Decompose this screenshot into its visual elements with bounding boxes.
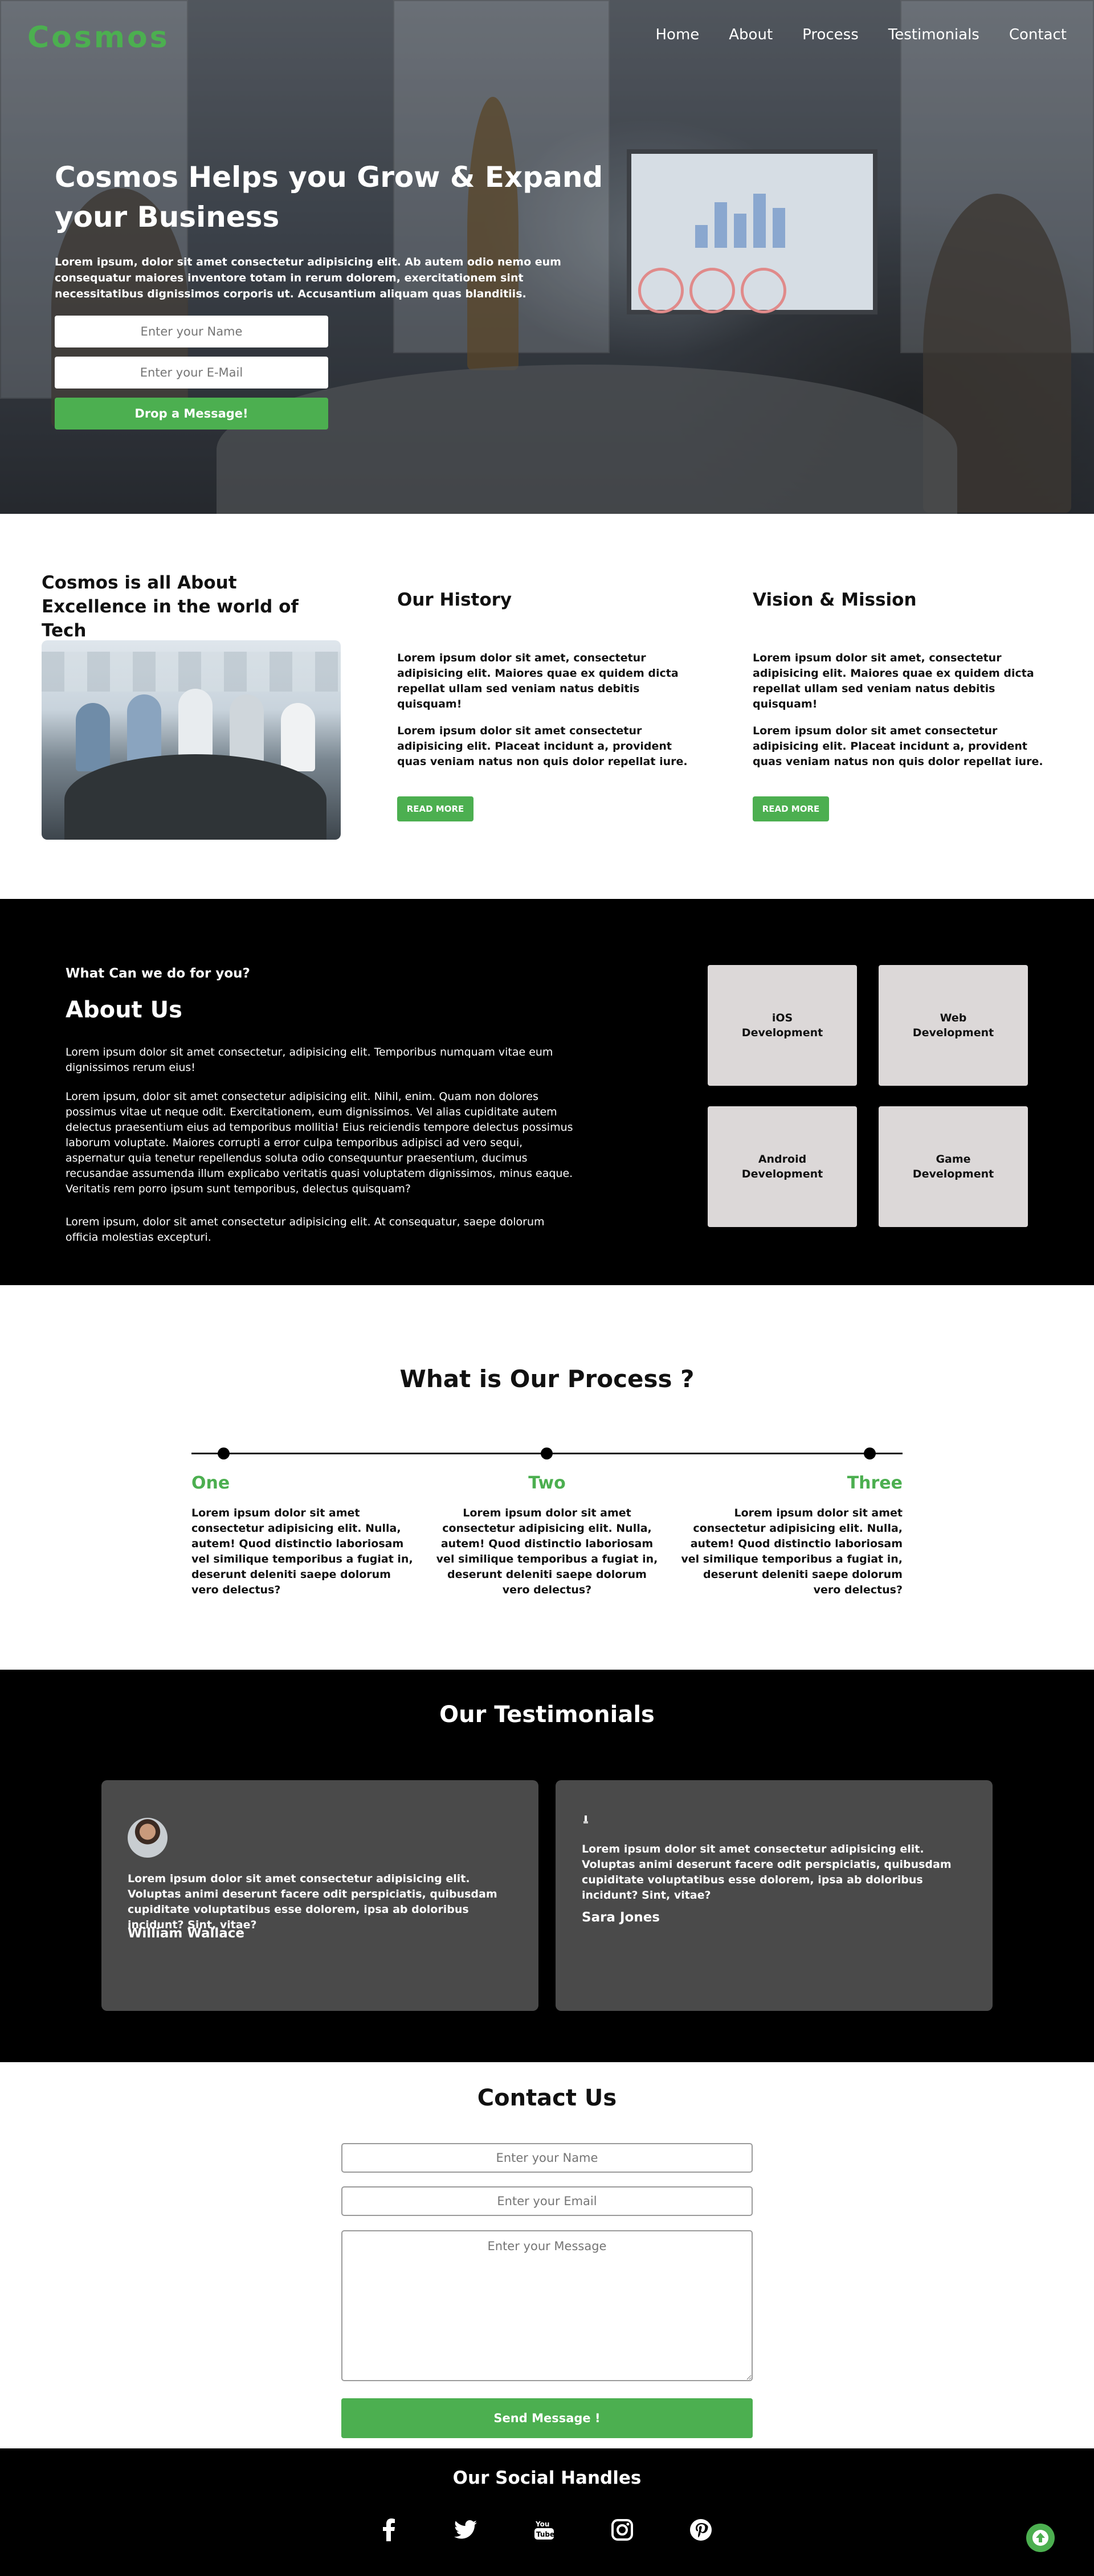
- about-subtitle: What Can we do for you?: [66, 966, 250, 981]
- nav-testimonials-link[interactable]: Testimonials: [888, 26, 979, 43]
- twitter-icon[interactable]: [451, 2516, 480, 2544]
- hero-form: Drop a Message!: [55, 316, 328, 430]
- youtube-icon[interactable]: You Tube: [530, 2516, 558, 2544]
- about-paragraph-1: Lorem ipsum dolor sit amet consectetur, …: [66, 1046, 553, 1074]
- nav-home-link[interactable]: Home: [655, 26, 699, 43]
- nav-links: Home About Process Testimonials Contact: [655, 26, 1067, 43]
- contact-title: Contact Us: [477, 2085, 617, 2111]
- step-two-text: Lorem ipsum dolor sit amet consectetur a…: [436, 1507, 658, 1596]
- avatar: [128, 1818, 168, 1858]
- team-meeting-image: [42, 640, 341, 840]
- nav-contact-link[interactable]: Contact: [1009, 26, 1067, 43]
- service-card-ios[interactable]: iOS Development: [708, 965, 857, 1086]
- testimonials-section: Our Testimonials Lorem ipsum dolor sit a…: [0, 1670, 1094, 2062]
- step-two-label: Two: [528, 1473, 566, 1493]
- vision-column: Vision & Mission Lorem ipsum dolor sit a…: [753, 588, 1055, 770]
- timeline-dot: [541, 1448, 553, 1459]
- nav-about-link[interactable]: About: [729, 26, 773, 43]
- history-paragraph-2: Lorem ipsum dolor sit amet consectetur a…: [397, 725, 688, 768]
- vision-read-more-button[interactable]: READ MORE: [753, 796, 829, 821]
- broken-image-icon: [583, 1816, 588, 1823]
- service-card-game[interactable]: Game Development: [879, 1106, 1028, 1227]
- send-message-button[interactable]: Send Message !: [341, 2398, 753, 2438]
- contact-email-input[interactable]: [341, 2186, 753, 2216]
- drop-message-button[interactable]: Drop a Message!: [55, 398, 328, 430]
- instagram-icon[interactable]: [608, 2516, 636, 2544]
- pinterest-icon[interactable]: [687, 2516, 715, 2544]
- hero-section: Cosmos Home About Process Testimonials C…: [0, 0, 1094, 514]
- contact-message-textarea[interactable]: [341, 2230, 753, 2381]
- process-section: What is Our Process ? One Lorem ipsum do…: [0, 1285, 1094, 1670]
- testimonials-title: Our Testimonials: [439, 1702, 655, 1728]
- about-title: About Us: [66, 997, 182, 1023]
- contact-name-input[interactable]: [341, 2143, 753, 2173]
- hero-name-input[interactable]: [55, 316, 328, 347]
- hero-title: Cosmos Helps you Grow & Expand your Busi…: [55, 161, 603, 234]
- brand-logo[interactable]: Cosmos: [27, 21, 170, 55]
- facebook-icon[interactable]: [375, 2516, 403, 2544]
- step-one-label: One: [191, 1473, 230, 1493]
- step-three-label: Three: [847, 1473, 903, 1493]
- vision-paragraph-2: Lorem ipsum dolor sit amet consectetur a…: [753, 725, 1043, 768]
- timeline-dot: [864, 1448, 876, 1459]
- testimonial-name: William Wallace: [128, 1926, 244, 1941]
- vision-title: Vision & Mission: [753, 590, 917, 610]
- testimonial-quote: Lorem ipsum dolor sit amet consectetur a…: [582, 1843, 952, 1902]
- about-section: What Can we do for you? About Us Lorem i…: [0, 899, 1094, 1285]
- history-column: Our History Lorem ipsum dolor sit amet, …: [397, 588, 699, 770]
- hero-content: Cosmos Helps you Grow & Expand your Busi…: [55, 157, 636, 430]
- history-paragraph-1: Lorem ipsum dolor sit amet, consectetur …: [397, 652, 679, 710]
- hero-description: Lorem ipsum, dolor sit amet consectetur …: [55, 256, 561, 300]
- svg-text:Tube: Tube: [536, 2530, 554, 2538]
- footer: Our Social Handles You Tube: [0, 2448, 1094, 2576]
- scroll-to-top-button[interactable]: [1026, 2524, 1055, 2552]
- step-three-text: Lorem ipsum dolor sit amet consectetur a…: [681, 1507, 903, 1596]
- about-paragraph-2: Lorem ipsum, dolor sit amet consectetur …: [66, 1090, 573, 1195]
- service-card-web[interactable]: Web Development: [879, 965, 1028, 1086]
- excellence-heading: Cosmos is all About Excellence in the wo…: [42, 573, 299, 641]
- history-title: Our History: [397, 590, 512, 610]
- footer-title: Our Social Handles: [452, 2468, 642, 2488]
- hero-email-input[interactable]: [55, 357, 328, 389]
- service-card-android[interactable]: Android Development: [708, 1106, 857, 1227]
- nav-process-link[interactable]: Process: [802, 26, 859, 43]
- testimonial-card: Lorem ipsum dolor sit amet consectetur a…: [101, 1780, 538, 2011]
- contact-section: Contact Us Send Message !: [0, 2062, 1094, 2448]
- testimonial-card: Lorem ipsum dolor sit amet consectetur a…: [556, 1780, 993, 2011]
- process-title: What is Our Process ?: [399, 1365, 695, 1393]
- step-one-text: Lorem ipsum dolor sit amet consectetur a…: [191, 1507, 413, 1596]
- testimonial-quote: Lorem ipsum dolor sit amet consectetur a…: [128, 1872, 497, 1931]
- vision-paragraph-1: Lorem ipsum dolor sit amet, consectetur …: [753, 652, 1034, 710]
- arrow-up-icon: [1032, 2530, 1048, 2546]
- testimonial-name: Sara Jones: [582, 1910, 660, 1925]
- excellence-column: Cosmos is all About Excellence in the wo…: [42, 571, 338, 643]
- history-read-more-button[interactable]: READ MORE: [397, 796, 473, 821]
- excellence-section: Cosmos is all About Excellence in the wo…: [0, 514, 1094, 899]
- timeline-dot: [218, 1448, 230, 1459]
- svg-text:You: You: [535, 2520, 549, 2528]
- top-navbar: Cosmos Home About Process Testimonials C…: [0, 0, 1094, 71]
- about-paragraph-3: Lorem ipsum, dolor sit amet consectetur …: [66, 1216, 545, 1244]
